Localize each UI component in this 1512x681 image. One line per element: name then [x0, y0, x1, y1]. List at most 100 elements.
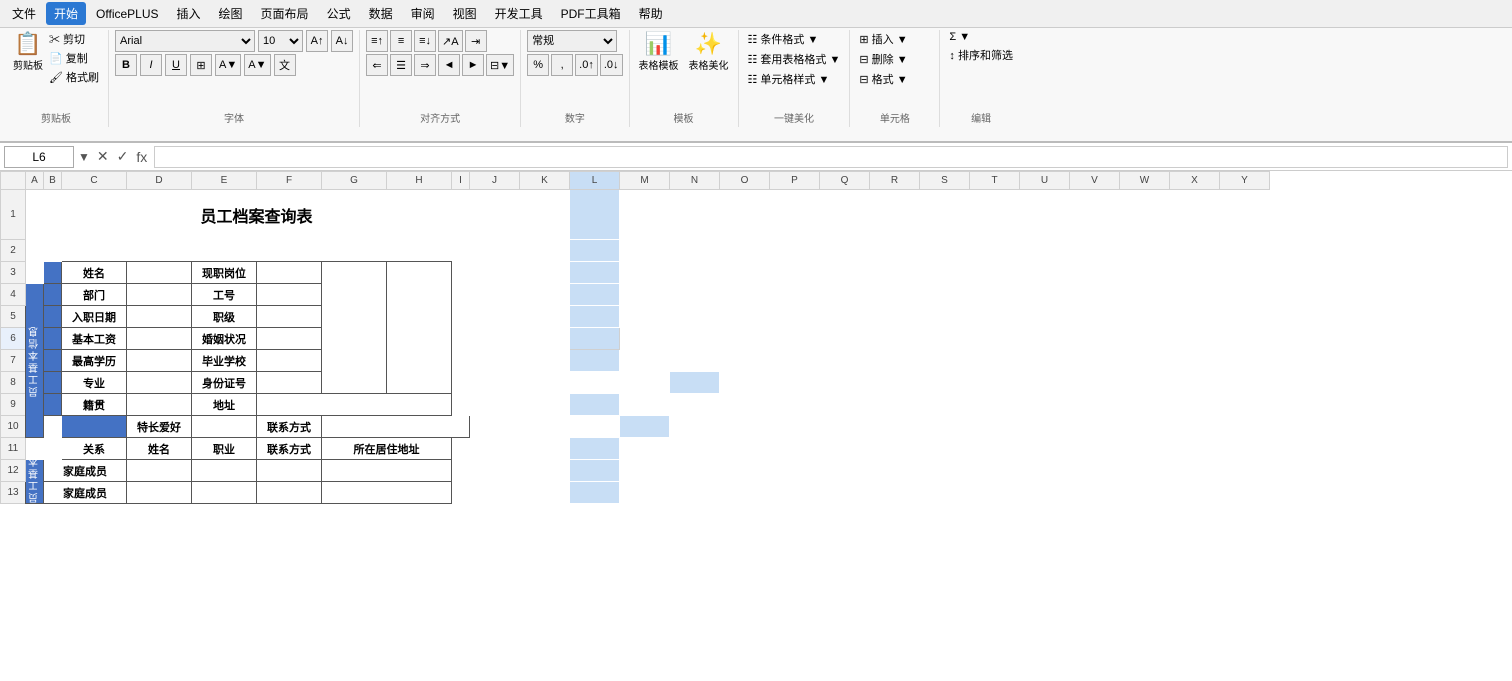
cell-I7[interactable]	[452, 350, 470, 372]
col-header-N[interactable]: N	[670, 172, 720, 190]
row-num-12[interactable]: 12	[1, 460, 26, 482]
cell-L13[interactable]	[570, 482, 620, 504]
row-num-6[interactable]: 6	[1, 328, 26, 350]
row-num-8[interactable]: 8	[1, 372, 26, 394]
col-header-F[interactable]: F	[257, 172, 322, 190]
cell-X1[interactable]	[1170, 190, 1220, 240]
cell-F2[interactable]	[257, 240, 322, 262]
col-header-Y[interactable]: Y	[1220, 172, 1270, 190]
cell-I10[interactable]	[470, 416, 520, 438]
cell-E10-contact-label[interactable]: 联系方式	[257, 416, 322, 438]
cell-D13-value[interactable]	[127, 482, 192, 504]
col-header-Q[interactable]: Q	[820, 172, 870, 190]
row-num-4[interactable]: 4	[1, 284, 26, 306]
cell-F13-value[interactable]	[257, 482, 322, 504]
cell-L6-selected[interactable]	[570, 328, 620, 350]
cell-E2[interactable]	[192, 240, 257, 262]
sum-button[interactable]: Σ ▼	[946, 30, 973, 44]
cell-F5-grade-value[interactable]	[257, 306, 322, 328]
border-button[interactable]: ⊞	[190, 54, 212, 76]
cell-Y1[interactable]	[1220, 190, 1270, 240]
row-num-11[interactable]: 11	[1, 438, 26, 460]
cell-I11[interactable]	[452, 438, 470, 460]
cell-J8[interactable]	[570, 372, 620, 394]
col-header-P[interactable]: P	[770, 172, 820, 190]
thousands-button[interactable]: ,	[551, 54, 573, 76]
cell-C2[interactable]	[62, 240, 127, 262]
cell-A3[interactable]	[26, 262, 44, 284]
cell-S1[interactable]	[920, 190, 970, 240]
cell-K12[interactable]	[520, 460, 570, 482]
cell-J3[interactable]	[470, 262, 520, 284]
cell-B8[interactable]	[44, 372, 62, 394]
align-top-button[interactable]: ≡↑	[366, 30, 388, 52]
cell-H2[interactable]	[387, 240, 452, 262]
cell-A1[interactable]	[26, 190, 44, 240]
cell-L12[interactable]	[570, 460, 620, 482]
cut-button[interactable]: ✂ 剪切	[46, 30, 102, 48]
cell-A11[interactable]	[26, 438, 44, 460]
col-header-U[interactable]: U	[1020, 172, 1070, 190]
cell-G13-value[interactable]	[322, 482, 452, 504]
cell-B13-family-label[interactable]: 家庭成员	[44, 482, 127, 504]
cell-A10[interactable]	[44, 416, 62, 438]
dec-increase-button[interactable]: .0↑	[575, 54, 598, 76]
cell-K7[interactable]	[520, 350, 570, 372]
cell-F9-addr-value[interactable]	[257, 394, 452, 416]
cell-W1[interactable]	[1120, 190, 1170, 240]
cell-D8-major-value[interactable]	[127, 372, 192, 394]
cell-K5[interactable]	[520, 306, 570, 328]
sort-filter-button[interactable]: ↕ 排序和筛选	[946, 46, 1016, 64]
cell-L8[interactable]	[670, 372, 720, 394]
row-num-3[interactable]: 3	[1, 262, 26, 284]
row-num-2[interactable]: 2	[1, 240, 26, 262]
format-button[interactable]: ⊟ 格式 ▼	[856, 70, 910, 88]
cell-B1[interactable]	[44, 190, 62, 240]
cell-E4-empid-label[interactable]: 工号	[192, 284, 257, 306]
bold-button[interactable]: B	[115, 54, 137, 76]
font-shrink-button[interactable]: A↓	[331, 30, 353, 52]
font-size-select[interactable]: 10	[258, 30, 303, 52]
cell-F12-value[interactable]	[257, 460, 322, 482]
cell-D5-hire-value[interactable]	[127, 306, 192, 328]
cell-E13-value[interactable]	[192, 482, 257, 504]
align-left-button[interactable]: ⇐	[366, 54, 388, 76]
conditional-format-button[interactable]: ☷ 条件格式 ▼	[745, 30, 822, 48]
italic-button[interactable]: I	[140, 54, 162, 76]
menu-start[interactable]: 开始	[46, 2, 86, 25]
cell-F7-school-value[interactable]	[257, 350, 322, 372]
cell-C6-salary-label[interactable]: 基本工资	[62, 328, 127, 350]
cell-R1[interactable]	[870, 190, 920, 240]
fill-color-button[interactable]: A▼	[215, 54, 241, 76]
cell-I2[interactable]	[452, 240, 470, 262]
cell-K10[interactable]	[570, 416, 620, 438]
cell-L1[interactable]	[570, 190, 620, 240]
cell-H3[interactable]	[387, 262, 452, 394]
cell-C1-title[interactable]: 员工档案查询表	[62, 190, 452, 240]
cell-E7-school-label[interactable]: 毕业学校	[192, 350, 257, 372]
cell-C9-native-label[interactable]: 籍贯	[62, 394, 127, 416]
cell-O1[interactable]	[720, 190, 770, 240]
cell-K8[interactable]	[620, 372, 670, 394]
font-family-select[interactable]: Arial	[115, 30, 255, 52]
cell-L3[interactable]	[570, 262, 620, 284]
delete-button[interactable]: ⊟ 删除 ▼	[856, 50, 910, 68]
indent-dec-button[interactable]: ◄	[438, 54, 460, 76]
cell-B7[interactable]	[44, 350, 62, 372]
cell-L4[interactable]	[570, 284, 620, 306]
table-template-button[interactable]: 📊 表格模板	[636, 30, 682, 74]
cell-P1[interactable]	[770, 190, 820, 240]
cell-D3-name-value[interactable]	[127, 262, 192, 284]
cell-B2[interactable]	[44, 240, 62, 262]
cell-rest-11[interactable]	[620, 438, 1270, 460]
font-grow-button[interactable]: A↑	[306, 30, 328, 52]
cell-I5[interactable]	[452, 306, 470, 328]
cell-C8-major-label[interactable]: 专业	[62, 372, 127, 394]
col-header-J[interactable]: J	[470, 172, 520, 190]
cell-B6[interactable]	[44, 328, 62, 350]
cell-rest-6[interactable]	[620, 328, 1270, 350]
percent-button[interactable]: %	[527, 54, 549, 76]
cell-N1[interactable]	[670, 190, 720, 240]
cell-D9-native-value[interactable]	[127, 394, 192, 416]
row-num-13[interactable]: 13	[1, 482, 26, 504]
